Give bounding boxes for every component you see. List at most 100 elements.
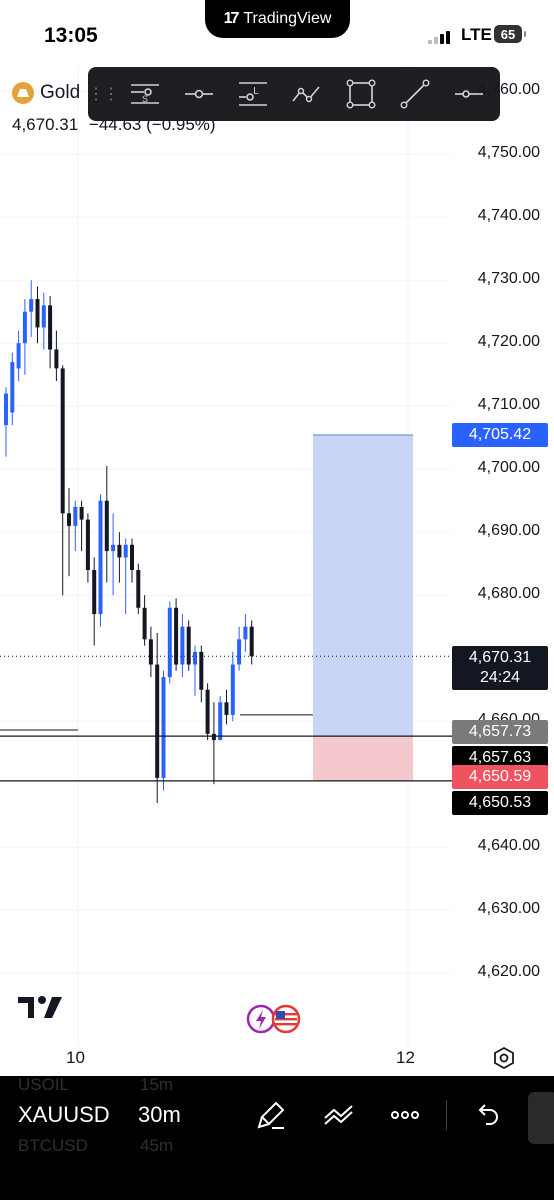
- price-axis-label: 4,630.00: [477, 900, 540, 918]
- candle-body: [4, 393, 8, 426]
- candle-body: [117, 544, 122, 558]
- candle-body: [67, 513, 71, 526]
- candle-body: [136, 570, 141, 608]
- candle-body: [10, 362, 15, 413]
- long-position-icon: L: [239, 82, 267, 106]
- price-axis-label: 4,690.00: [477, 522, 540, 540]
- price-axis-label: 4,740.00: [477, 207, 540, 225]
- events-badge-icon[interactable]: [246, 1003, 306, 1035]
- candle-body: [180, 626, 185, 665]
- candle-body: [22, 311, 27, 344]
- candle-body: [237, 639, 242, 665]
- more-icon[interactable]: [388, 1098, 422, 1132]
- time-label-12: 12: [396, 1048, 415, 1067]
- signal-icon: [428, 30, 456, 44]
- symbol-name: Gold: [40, 82, 81, 103]
- candle-body: [205, 689, 210, 734]
- price-axis-label: 4,760.00: [477, 81, 540, 99]
- tool-trend-line[interactable]: [388, 67, 442, 121]
- undo-icon[interactable]: [470, 1098, 504, 1132]
- tradingview-logo-icon: 17: [223, 10, 240, 27]
- price-axis-label: 4,620.00: [477, 963, 540, 981]
- price-axis-label: 4,640.00: [477, 837, 540, 855]
- candle-body: [48, 305, 53, 350]
- svg-text:L: L: [253, 86, 259, 97]
- status-bar: 13:05 17 TradingView LTE 65: [0, 0, 554, 66]
- toolbar-divider: [446, 1100, 447, 1130]
- drag-handle-icon[interactable]: ⋮⋮: [88, 67, 119, 121]
- rectangle-icon: [346, 79, 376, 109]
- candle-body: [111, 544, 116, 552]
- chart-pane[interactable]: [0, 66, 554, 1076]
- symbol-legend[interactable]: Gold: [12, 80, 80, 106]
- level-price-tag-2: 4,650.53: [452, 790, 548, 815]
- candle-body: [98, 500, 103, 615]
- candle-body: [148, 639, 153, 665]
- last-price-tag: 4,670.31 24:24: [452, 646, 548, 691]
- brush-icon[interactable]: [254, 1098, 288, 1132]
- candle-body: [73, 507, 78, 526]
- time-label-10: 10: [66, 1048, 85, 1067]
- candle-body: [155, 664, 160, 778]
- candle-body: [16, 343, 21, 369]
- tool-long-position[interactable]: L: [226, 67, 280, 121]
- candle-body: [224, 702, 229, 715]
- candle-body: [54, 349, 59, 369]
- price-axis-label: 4,680.00: [477, 585, 540, 603]
- ghost-interval-below: 45m: [140, 1136, 174, 1155]
- long-stop-zone: [313, 735, 413, 781]
- drawing-toolbar: ⋮⋮ S L: [88, 67, 500, 121]
- app-pill[interactable]: 17 TradingView: [205, 0, 350, 38]
- price-axis-label: 4,750.00: [477, 144, 540, 162]
- ghost-symbol-below: BTCUSD: [18, 1136, 88, 1155]
- target-price-tag: 4,705.42: [452, 423, 548, 448]
- candle-body: [85, 519, 90, 570]
- price-axis-label: 4,710.00: [477, 396, 540, 414]
- candle-body: [211, 733, 216, 741]
- candle-body: [123, 544, 128, 558]
- last-price: 4,670.31: [12, 115, 79, 134]
- gold-icon: [12, 82, 34, 104]
- trend-line-icon: [400, 79, 430, 109]
- candle-body: [41, 305, 46, 328]
- drawings-icon[interactable]: [322, 1098, 356, 1132]
- candle-body: [161, 677, 166, 778]
- last-price-value: 4,670.31: [468, 649, 532, 667]
- tool-path[interactable]: [280, 67, 334, 121]
- price-chart[interactable]: [0, 66, 554, 1076]
- tool-short-position[interactable]: S: [118, 67, 172, 121]
- network-label: LTE: [461, 25, 492, 44]
- bar-countdown: 24:24: [479, 669, 521, 687]
- long-target-zone: [313, 435, 413, 736]
- app-pill-label: TradingView: [243, 10, 332, 27]
- ghost-interval-above: 15m: [140, 1075, 174, 1094]
- path-icon: [292, 86, 320, 103]
- redo-button[interactable]: [528, 1092, 554, 1144]
- horizontal-ray-icon: [185, 89, 213, 99]
- candle-body: [186, 626, 191, 665]
- interval-selector[interactable]: 30m: [138, 1102, 181, 1128]
- candle-body: [35, 299, 40, 328]
- app-screen: 13:05 17 TradingView LTE 65 Gold 4,670.3…: [0, 0, 554, 1200]
- stop-price-tag: 4,650.59: [452, 765, 548, 790]
- candle-body: [130, 544, 134, 570]
- symbol-selector[interactable]: XAUUSD: [18, 1102, 110, 1128]
- chart-settings-icon[interactable]: [492, 1046, 516, 1070]
- candle-body: [92, 570, 97, 615]
- short-position-icon: S: [131, 84, 159, 104]
- tool-rectangle[interactable]: [334, 67, 388, 121]
- candle-body: [199, 651, 204, 690]
- status-time: 13:05: [44, 24, 98, 47]
- candle-body: [193, 651, 197, 665]
- battery-icon: 65: [494, 25, 526, 43]
- candle-body: [60, 368, 65, 514]
- battery-level: 65: [500, 26, 516, 42]
- svg-text:S: S: [142, 94, 148, 104]
- candle-body: [218, 702, 223, 741]
- tool-horizontal-ray[interactable]: [172, 67, 226, 121]
- price-axis-label: 4,700.00: [477, 459, 540, 477]
- candle-body: [249, 626, 254, 657]
- candle-body: [79, 507, 84, 520]
- candle-body: [29, 299, 34, 312]
- price-axis-label: 4,720.00: [477, 333, 540, 351]
